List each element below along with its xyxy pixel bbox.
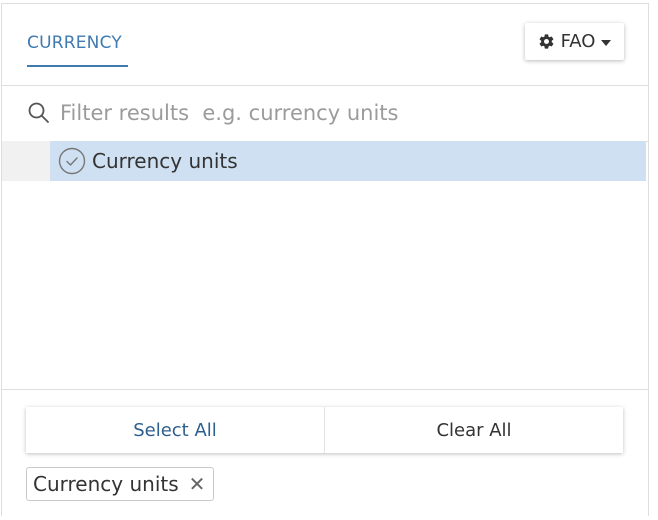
close-icon[interactable]: ✕ — [189, 474, 206, 494]
chip-label: Currency units — [33, 472, 179, 496]
search-icon — [28, 102, 49, 123]
filter-bar — [2, 85, 648, 142]
filter-input[interactable] — [60, 97, 620, 129]
source-dropdown-button[interactable]: FAO — [525, 23, 624, 60]
panel-header: CURRENCY FAO — [2, 4, 648, 86]
gear-icon — [539, 34, 553, 49]
select-all-button[interactable]: Select All — [26, 407, 325, 453]
results-list: Currency units — [2, 141, 648, 390]
active-tab-indicator — [27, 65, 128, 67]
panel-footer: Select All Clear All Currency units ✕ — [2, 390, 648, 520]
bulk-actions: Select All Clear All — [26, 407, 623, 453]
check-circle-icon — [58, 147, 86, 175]
list-item-label: Currency units — [92, 149, 238, 173]
currency-filter-panel: CURRENCY FAO Currency units Select — [1, 3, 649, 516]
tab-currency[interactable]: CURRENCY — [27, 33, 122, 53]
list-item-currency-units[interactable]: Currency units — [50, 141, 646, 181]
clear-all-button[interactable]: Clear All — [325, 407, 623, 453]
row-gutter — [2, 141, 50, 181]
source-label: FAO — [560, 31, 596, 52]
caret-down-icon — [601, 39, 612, 46]
selected-chip: Currency units ✕ — [26, 467, 215, 501]
